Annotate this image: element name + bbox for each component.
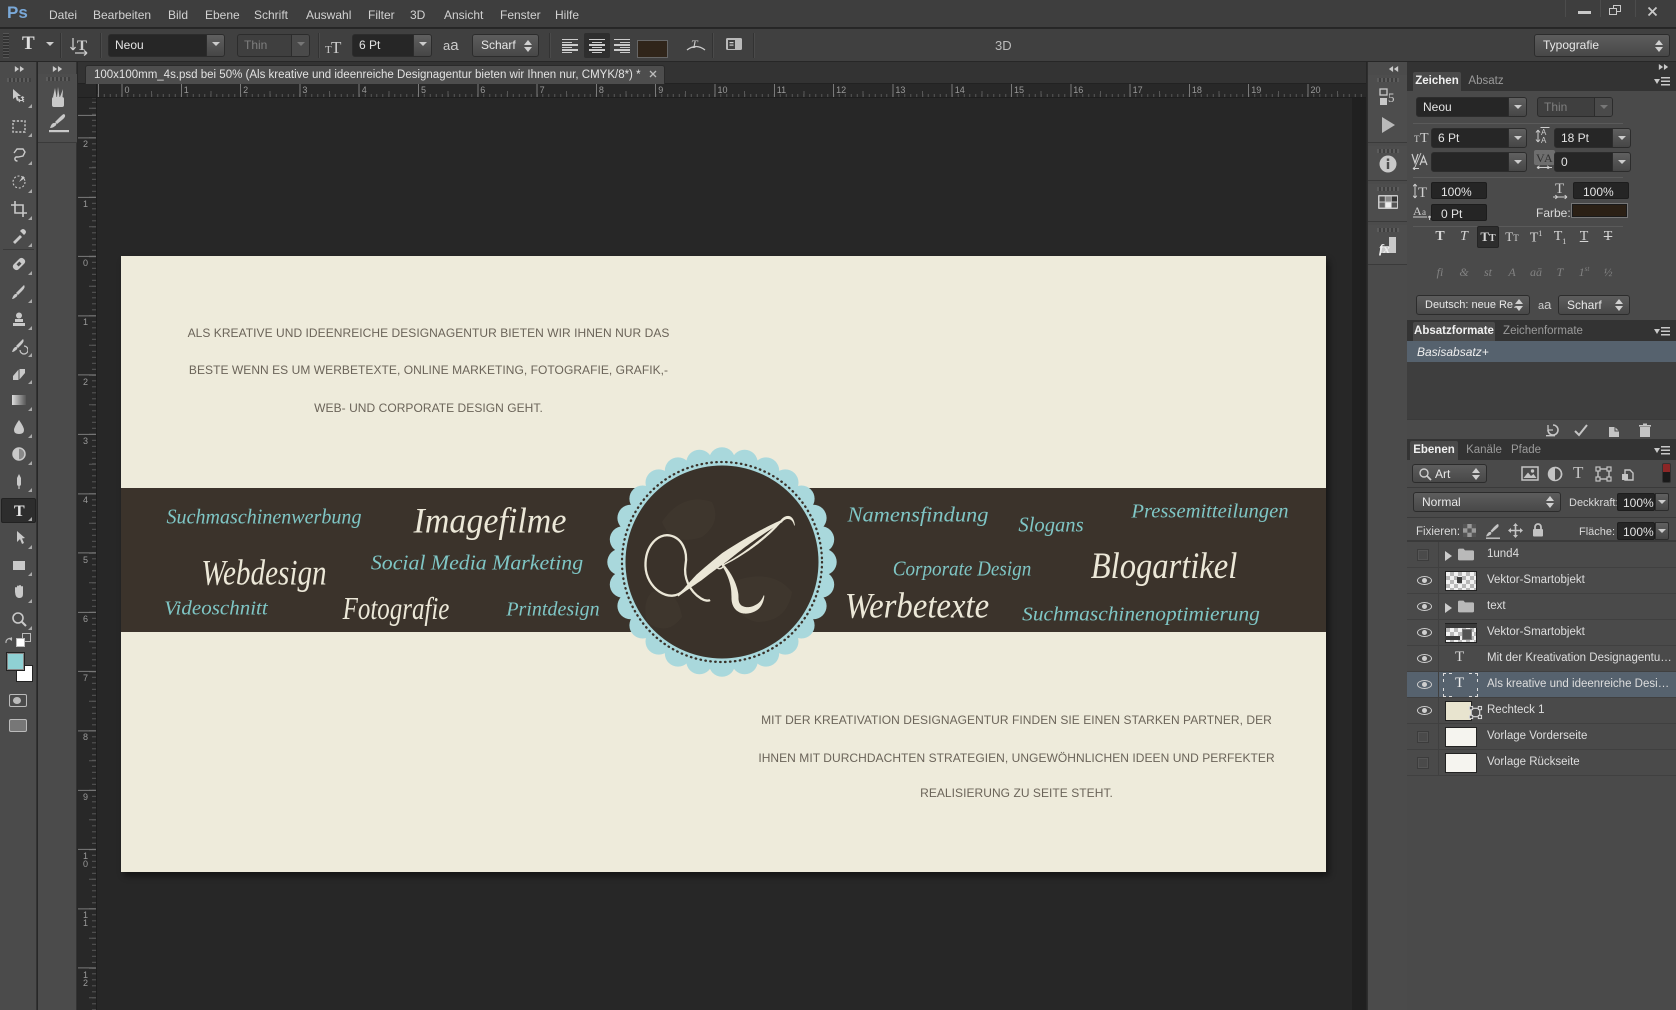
svg-text:A: A [1541,136,1547,144]
svg-text:5: 5 [1388,90,1395,105]
svg-text:a: a [1422,207,1426,217]
svg-text:T: T [1420,131,1429,146]
svg-text:T: T [331,38,342,56]
svg-text:fx: fx [1379,241,1390,256]
svg-text:T: T [691,37,699,51]
svg-text:A: A [1413,204,1422,218]
svg-text:T: T [1418,185,1427,200]
svg-text:T: T [14,503,25,519]
svg-text:T: T [1555,181,1564,197]
svg-text:A: A [1544,151,1553,165]
